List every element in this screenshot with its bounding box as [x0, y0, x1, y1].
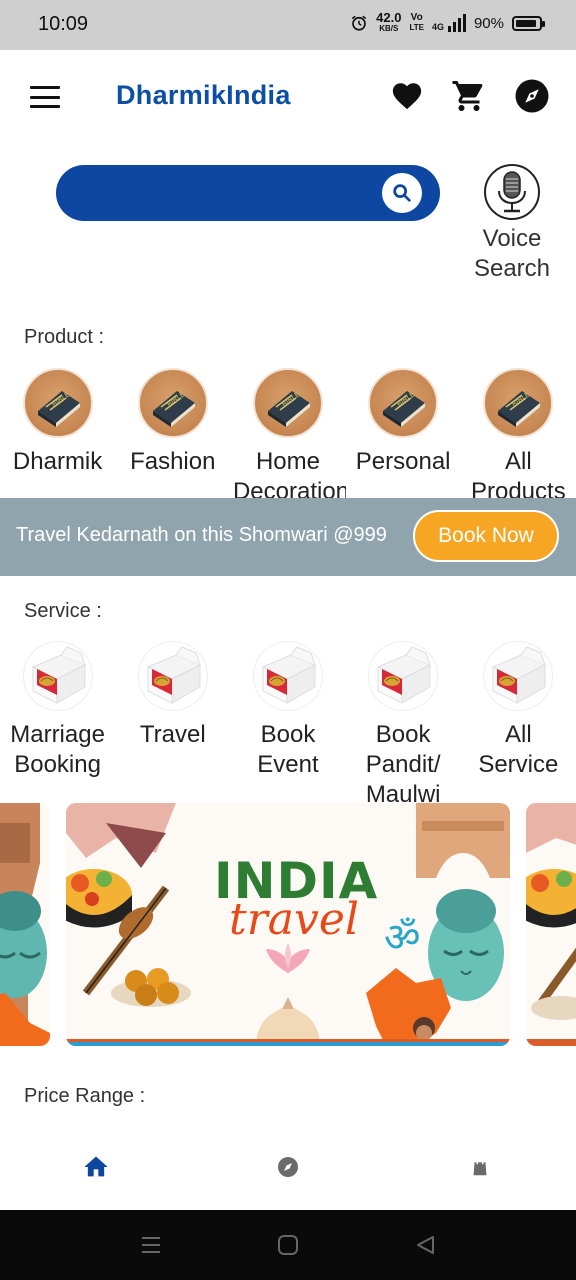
banner-slide-previous[interactable]: [0, 803, 50, 1046]
banner-carousel[interactable]: ॐ INDIA travel: [0, 803, 576, 1046]
bible-book-icon: BIBLE: [267, 390, 310, 427]
status-time: 10:09: [38, 13, 89, 35]
recents-icon[interactable]: [138, 1232, 164, 1258]
product-category-all-products[interactable]: BIBLE All Products: [461, 368, 576, 498]
bible-book-icon: BIBLE: [37, 390, 80, 427]
service-section-title: Service :: [24, 600, 102, 622]
service-category-thumbnail: [22, 641, 93, 711]
banner-slide-next[interactable]: [526, 803, 576, 1046]
service-category-thumbnail: [483, 641, 554, 711]
bottom-nav: [0, 1124, 576, 1210]
product-category-fashion[interactable]: BIBLE Fashion: [115, 368, 230, 498]
nav-bag[interactable]: [384, 1124, 576, 1210]
battery-icon: [512, 15, 545, 31]
product-category-dharmik[interactable]: BIBLE Dharmik: [0, 368, 115, 498]
mithai-box-icon: [492, 646, 547, 704]
system-nav-bar: [0, 1210, 576, 1280]
product-category-label: All Products: [470, 448, 566, 498]
product-category-thumbnail: BIBLE: [22, 368, 93, 438]
book-now-button[interactable]: Book Now: [413, 510, 559, 562]
service-category-all-service[interactable]: All Service: [461, 641, 576, 803]
search-button[interactable]: [382, 173, 422, 213]
mithai-box-icon: [261, 646, 317, 704]
battery-percent: 90%: [473, 14, 504, 32]
product-category-thumbnail: BIBLE: [368, 368, 439, 438]
product-category-home-decoration[interactable]: BIBLE Home Decoration: [230, 368, 346, 498]
compass-icon: [278, 1157, 298, 1177]
banner-slide-india-travel[interactable]: ॐ INDIA travel: [66, 803, 510, 1046]
service-category-label: Marriage Booking: [10, 721, 105, 778]
cart-icon[interactable]: [451, 78, 487, 114]
service-category-thumbnail: [368, 641, 439, 711]
service-category-list: Marriage Booking Travel Book Event Book Pan…: [0, 638, 576, 803]
promo-banner: Travel Kedarnath on this Shomwari @999 B…: [0, 498, 576, 576]
microphone-icon: [484, 164, 540, 220]
banner-title: INDIA travel: [214, 852, 379, 945]
search-input[interactable]: [78, 177, 368, 209]
service-category-book-pandit-maulwi[interactable]: Book Pandit/ Maulwi: [346, 641, 461, 803]
status-icons: 42.0 KB/S Vo LTE 4G 90%: [350, 10, 545, 34]
search-icon: [393, 184, 411, 202]
product-category-thumbnail: BIBLE: [483, 368, 554, 438]
heart-icon[interactable]: [389, 78, 425, 114]
back-icon[interactable]: [412, 1232, 438, 1258]
bag-icon: [473, 1158, 487, 1176]
app-header: DharmikIndia: [0, 50, 576, 145]
service-category-book-event[interactable]: Book Event: [230, 641, 345, 803]
service-category-thumbnail: [252, 641, 323, 711]
bible-book-icon: BIBLE: [152, 390, 195, 427]
mithai-box-icon: [146, 646, 201, 704]
mithai-box-icon: [376, 646, 432, 704]
search-bar: [56, 165, 440, 221]
bible-book-icon: BIBLE: [498, 390, 541, 427]
service-category-label: Travel: [139, 721, 206, 748]
home-icon: [84, 1156, 108, 1177]
home-button-icon[interactable]: [275, 1232, 301, 1258]
mithai-box-icon: [31, 646, 86, 704]
service-category-marriage-booking[interactable]: Marriage Booking: [0, 641, 115, 803]
price-range-title: Price Range :: [24, 1085, 146, 1107]
voice-search-button[interactable]: Voice Search: [470, 164, 554, 284]
nav-explore[interactable]: [192, 1124, 384, 1210]
volte-indicator: Vo LTE: [409, 12, 424, 33]
status-bar: 10:09 42.0 KB/S Vo LTE 4G 90%: [0, 0, 576, 50]
product-category-list: BIBLE Dharmik BIBLE Fashion BIBLE Home Decora…: [0, 365, 576, 498]
product-category-label: Home Decoration: [232, 448, 346, 498]
compass-icon[interactable]: [514, 78, 550, 114]
voice-search-label: Voice Search: [473, 225, 551, 282]
svg-text:ॐ: ॐ: [384, 915, 420, 961]
service-category-label: Book Event: [257, 721, 319, 778]
service-category-label: All Service: [478, 721, 559, 778]
product-category-thumbnail: BIBLE: [252, 368, 323, 438]
net-speed: 42.0 KB/S: [376, 10, 402, 33]
app-title: DharmikIndia: [116, 80, 291, 110]
nav-home[interactable]: [0, 1124, 192, 1210]
signal-icon: 4G: [432, 14, 466, 32]
menu-icon[interactable]: [30, 86, 60, 108]
service-category-label: Book Pandit/ Maulwi: [365, 721, 441, 803]
product-category-personal[interactable]: BIBLE Personal: [346, 368, 461, 498]
alarm-icon: [351, 15, 367, 31]
product-category-thumbnail: BIBLE: [137, 368, 208, 438]
promo-text: Travel Kedarnath on this Shomwari @999: [16, 524, 387, 546]
product-category-label: Fashion: [130, 448, 216, 475]
service-category-thumbnail: [137, 641, 208, 711]
product-category-label: Personal: [355, 448, 451, 475]
product-section-title: Product :: [24, 326, 105, 348]
service-category-travel[interactable]: Travel: [115, 641, 230, 803]
bible-book-icon: BIBLE: [383, 390, 426, 427]
product-category-label: Dharmik: [12, 448, 103, 475]
